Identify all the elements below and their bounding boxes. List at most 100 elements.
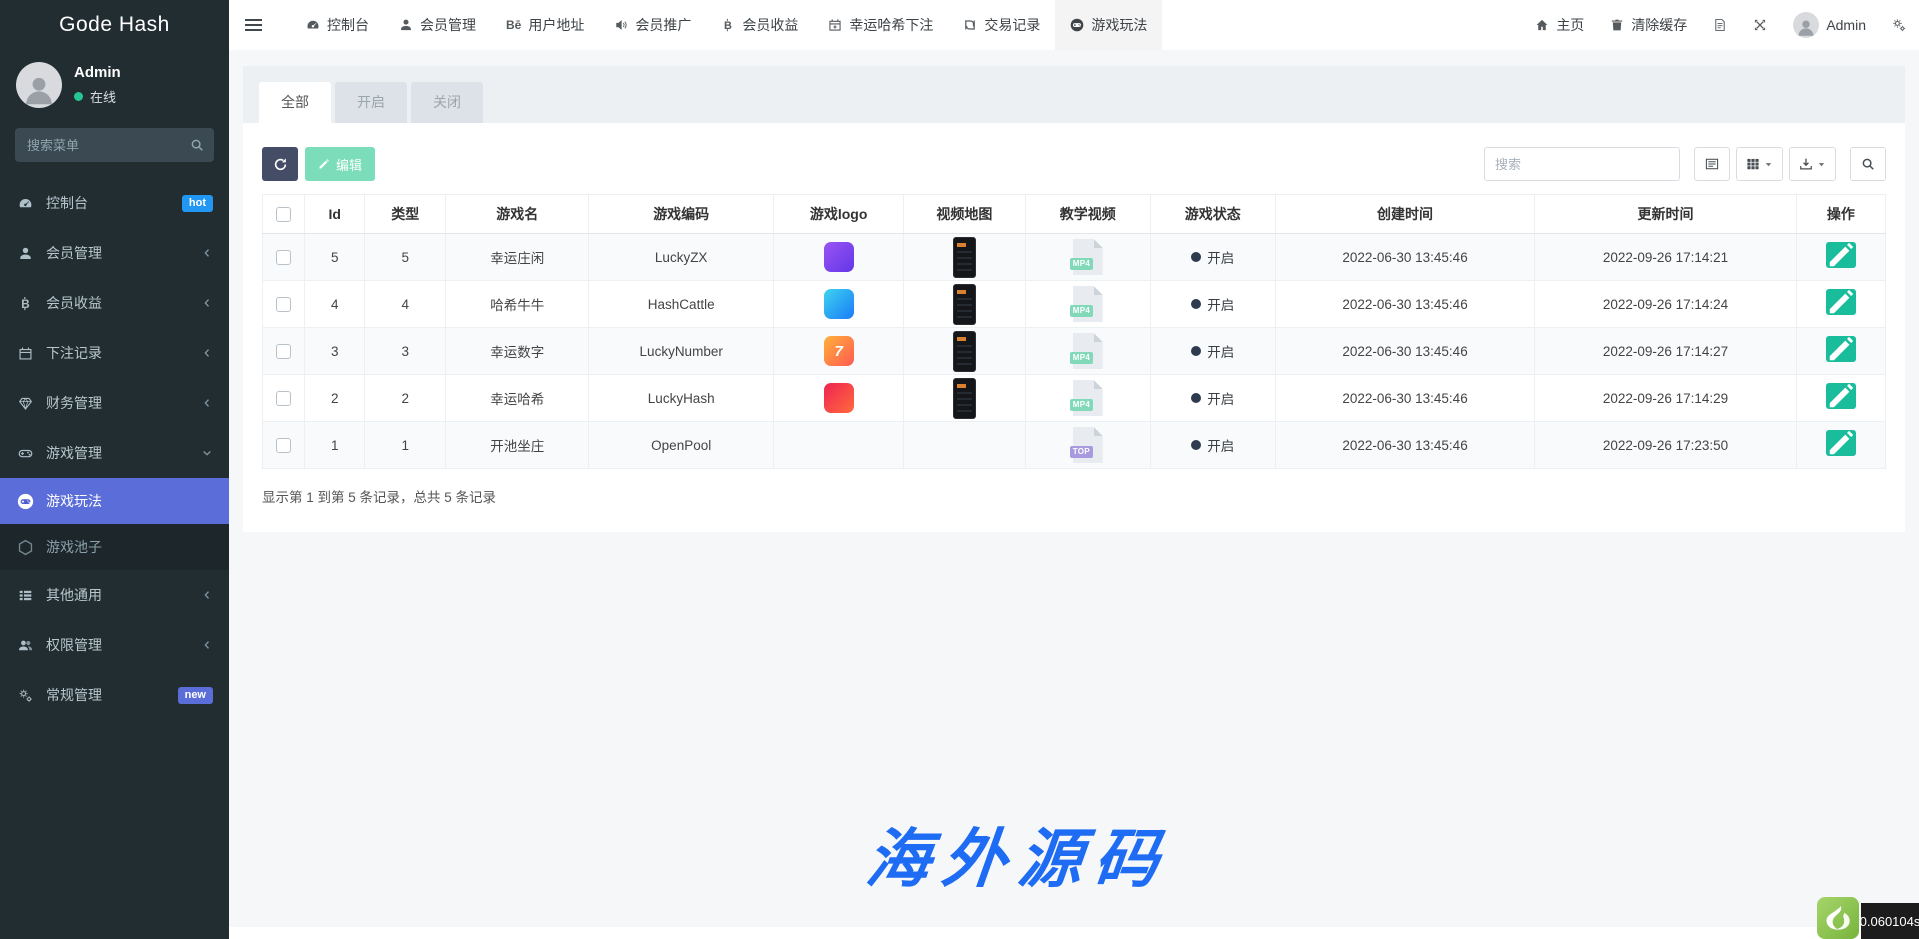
sidebar-item-finance-management[interactable]: 财务管理 — [0, 378, 229, 428]
sidebar-search — [15, 128, 214, 162]
video-map-thumbnail — [953, 237, 976, 278]
sidebar-item-game-play[interactable]: 游戏玩法 — [0, 478, 229, 524]
cell-video-map — [904, 375, 1026, 422]
menu-toggle-button[interactable] — [229, 0, 277, 50]
topnav-item-transaction-records[interactable]: 交易记录 — [948, 0, 1055, 50]
user-menu[interactable]: Admin — [1780, 0, 1879, 50]
row-checkbox[interactable] — [276, 344, 291, 359]
row-edit-button[interactable] — [1826, 242, 1856, 268]
refresh-button[interactable] — [262, 147, 298, 181]
behance-icon: Bē — [506, 19, 521, 31]
topnav-item-label: 游戏玩法 — [1091, 15, 1147, 35]
cell-actions — [1796, 422, 1885, 469]
col-game-logo: 游戏logo — [774, 195, 904, 234]
cell-updated-time: 2022-09-26 17:14:21 — [1535, 234, 1796, 281]
detail-view-button[interactable] — [1694, 147, 1730, 181]
home-link[interactable]: 主页 — [1522, 0, 1597, 50]
language-button[interactable] — [1700, 0, 1740, 50]
topnav-item-console[interactable]: 控制台 — [291, 0, 384, 50]
sidebar-item-permission-management[interactable]: 权限管理 — [0, 620, 229, 670]
cell-game-code: HashCattle — [589, 281, 774, 328]
status-dot-icon — [1191, 393, 1201, 403]
tab-all[interactable]: 全部 — [259, 82, 331, 123]
cell-type: 2 — [365, 375, 446, 422]
sidebar-item-bet-records[interactable]: 下注记录 — [0, 328, 229, 378]
language-file-icon — [1713, 18, 1727, 32]
status-text: 开启 — [1207, 294, 1234, 314]
caret-down-icon — [1764, 160, 1773, 169]
topnav-item-user-address[interactable]: Bē用户地址 — [491, 0, 599, 50]
row-checkbox[interactable] — [276, 297, 291, 312]
magnifier-icon — [1861, 157, 1875, 171]
sidebar-item-game-management[interactable]: 游戏管理 — [0, 428, 229, 478]
sidebar-item-member-earnings[interactable]: B会员收益 — [0, 278, 229, 328]
cell-id: 4 — [305, 281, 365, 328]
tab-open[interactable]: 开启 — [335, 82, 407, 123]
tab-closed[interactable]: 关闭 — [411, 82, 483, 123]
chevron-left-icon — [201, 247, 213, 259]
sidebar-search-input[interactable] — [15, 128, 214, 162]
new-badge: new — [178, 687, 213, 704]
row-edit-button[interactable] — [1826, 383, 1856, 409]
navbar-user-label: Admin — [1826, 17, 1866, 33]
fullscreen-button[interactable] — [1740, 0, 1780, 50]
columns-button[interactable] — [1736, 147, 1783, 181]
sidebar-item-console[interactable]: 控制台hot — [0, 178, 229, 228]
fullscreen-icon — [1753, 18, 1767, 32]
cell-id: 5 — [305, 234, 365, 281]
detail-view-icon — [1705, 157, 1719, 171]
topnav-item-member-promotion[interactable]: 会员推广 — [599, 0, 706, 50]
topnav-item-lucky-hash-bet[interactable]: 幸运哈希下注 — [813, 0, 948, 50]
cell-updated-time: 2022-09-26 17:23:50 — [1535, 422, 1796, 469]
cell-actions — [1796, 234, 1885, 281]
sidebar-item-general-management[interactable]: 常规管理new — [0, 670, 229, 720]
sidebar-item-label: 会员管理 — [46, 243, 102, 263]
cogs-icon — [1892, 18, 1906, 32]
row-edit-button[interactable] — [1826, 336, 1856, 362]
export-button[interactable] — [1789, 147, 1836, 181]
status-label: 开启 — [1191, 294, 1234, 314]
edit-button-label: 编辑 — [336, 155, 362, 174]
caret-down-icon — [1817, 160, 1826, 169]
cell-tutorial-video: TOP — [1025, 422, 1150, 469]
sidebar-item-label: 控制台 — [46, 193, 88, 213]
select-all-checkbox[interactable] — [276, 207, 291, 222]
status-text: 开启 — [1207, 388, 1234, 408]
trace-time[interactable]: 0.060104s — [1861, 903, 1919, 939]
table-search-input[interactable] — [1484, 147, 1680, 181]
thinkphp-logo-icon[interactable] — [1817, 897, 1859, 939]
row-edit-button[interactable] — [1826, 430, 1856, 456]
file-tag: MP4 — [1070, 352, 1093, 364]
table-panel: 编辑 Id类型游戏名游戏编码游戏logo视频地图教学视频游戏状态创建时间更新时间… — [243, 123, 1905, 532]
cell-game-logo — [774, 422, 904, 469]
sidebar-item-member-management[interactable]: 会员管理 — [0, 228, 229, 278]
svg-text:B: B — [21, 297, 29, 310]
file-icon: MP4 — [1073, 380, 1103, 416]
file-tag: MP4 — [1070, 258, 1093, 270]
row-checkbox[interactable] — [276, 438, 291, 453]
file-tag: MP4 — [1070, 305, 1093, 317]
col-created-time: 创建时间 — [1275, 195, 1535, 234]
topnav-item-label: 幸运哈希下注 — [849, 15, 933, 35]
topnav-item-member-management[interactable]: 会员管理 — [384, 0, 491, 50]
cell-game-logo: 7 — [774, 328, 904, 375]
cell-game-name: 幸运数字 — [446, 328, 589, 375]
sidebar-item-game-pool[interactable]: 游戏池子 — [0, 524, 229, 570]
row-edit-button[interactable] — [1826, 289, 1856, 315]
clear-cache-label: 清除缓存 — [1631, 15, 1687, 35]
settings-button[interactable] — [1879, 0, 1919, 50]
cell-id: 3 — [305, 328, 365, 375]
col-game-code: 游戏编码 — [589, 195, 774, 234]
topnav-item-game-play[interactable]: 游戏玩法 — [1055, 0, 1162, 50]
row-checkbox[interactable] — [276, 250, 291, 265]
edit-button[interactable]: 编辑 — [305, 147, 375, 181]
col-type: 类型 — [365, 195, 446, 234]
clear-cache-link[interactable]: 清除缓存 — [1597, 0, 1700, 50]
search-button[interactable] — [1850, 147, 1886, 181]
row-checkbox[interactable] — [276, 391, 291, 406]
sidebar-item-other-common[interactable]: 其他通用 — [0, 570, 229, 620]
topnav-item-member-earnings[interactable]: B会员收益 — [706, 0, 813, 50]
cell-game-logo — [774, 234, 904, 281]
search-icon[interactable] — [190, 138, 204, 152]
col-updated-time: 更新时间 — [1535, 195, 1796, 234]
